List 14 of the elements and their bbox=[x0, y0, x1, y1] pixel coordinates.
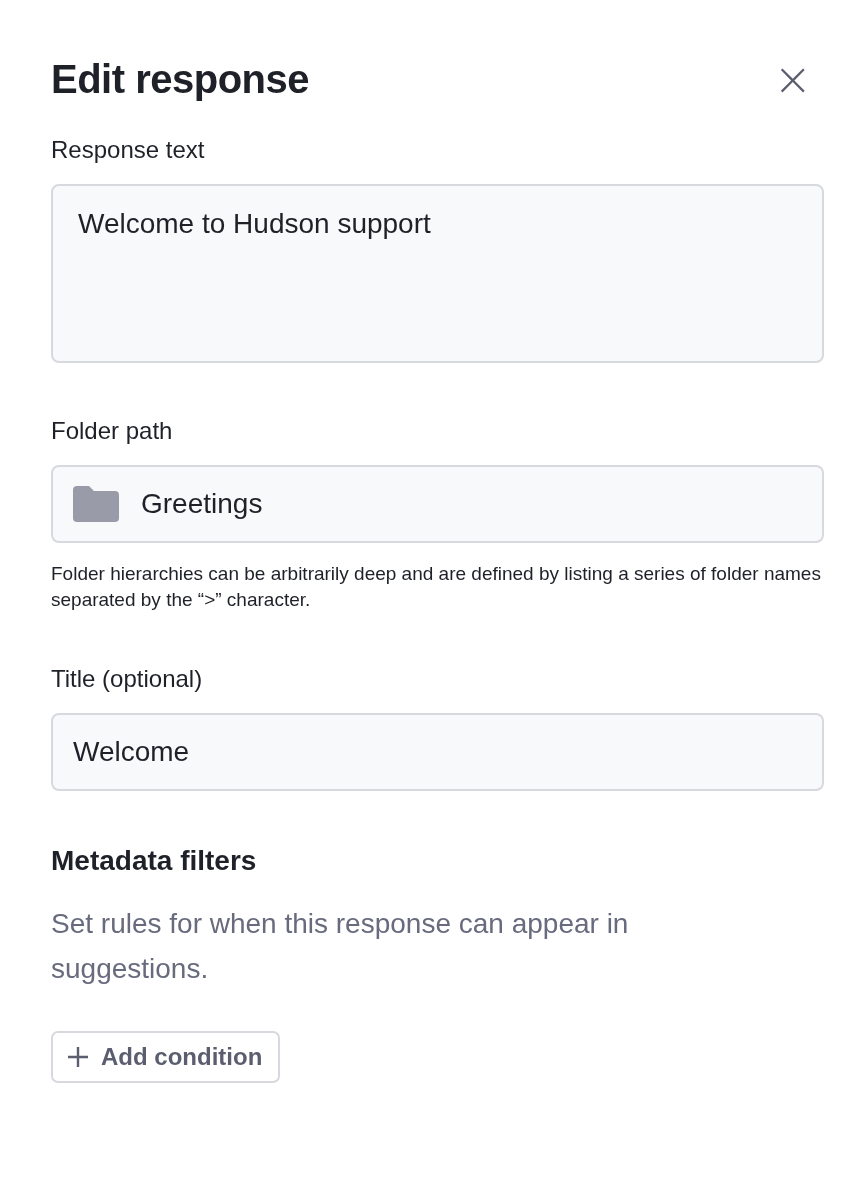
section-heading: Metadata filters bbox=[51, 845, 258, 877]
input-field[interactable]: Greetings bbox=[51, 465, 824, 543]
field-label: Folder path bbox=[51, 417, 174, 445]
field-label: Title (optional) bbox=[51, 665, 204, 693]
folder-icon bbox=[73, 486, 119, 522]
input-field[interactable]: Welcome bbox=[51, 713, 824, 791]
add-condition-button[interactable]: Add condition bbox=[51, 1031, 281, 1083]
text-area[interactable]: Welcome to Hudson support bbox=[51, 184, 824, 363]
close-button[interactable]: × bbox=[773, 56, 824, 102]
dialog-title: Edit response bbox=[51, 56, 309, 102]
field-label: Response text bbox=[51, 136, 206, 164]
help-text: Folder hierarchies can be arbitrarily deep and are defined by listing a series of folder names separated by the “>” character. bbox=[51, 562, 822, 612]
section-description: Set rules for when this response can appear in suggestions. bbox=[51, 907, 630, 986]
plus-icon bbox=[67, 1046, 89, 1068]
